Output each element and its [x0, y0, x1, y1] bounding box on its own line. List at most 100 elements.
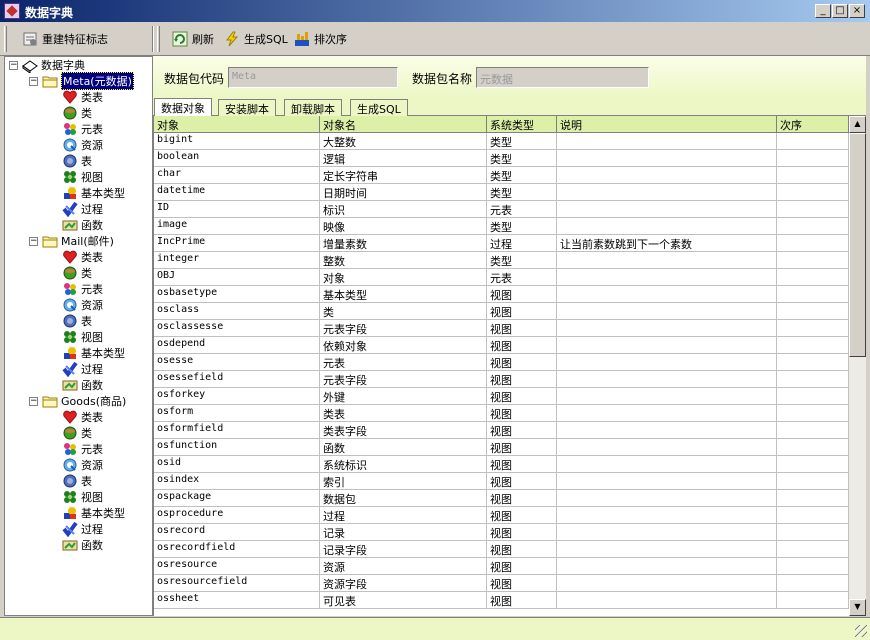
table-cell[interactable]: ID — [154, 201, 320, 218]
table-cell[interactable]: 整数 — [320, 252, 487, 269]
table-cell[interactable] — [557, 490, 777, 507]
table-cell[interactable] — [557, 371, 777, 388]
table-cell[interactable] — [557, 252, 777, 269]
table-cell[interactable] — [777, 507, 849, 524]
table-cell[interactable]: 让当前素数跳到下一个素数 — [557, 235, 777, 252]
table-cell[interactable]: 视图 — [487, 575, 557, 592]
scroll-down-icon[interactable]: ▼ — [849, 599, 866, 616]
table-cell[interactable]: 类型 — [487, 167, 557, 184]
table-cell[interactable]: ospackage — [154, 490, 320, 507]
tab-generate-sql[interactable]: 生成SQL — [350, 99, 408, 116]
table-cell[interactable]: 大整数 — [320, 133, 487, 150]
tree-item[interactable]: 过程 — [62, 521, 103, 538]
table-cell[interactable]: 视图 — [487, 507, 557, 524]
table-cell[interactable]: 类型 — [487, 184, 557, 201]
table-cell[interactable]: 视图 — [487, 422, 557, 439]
table-cell[interactable] — [557, 541, 777, 558]
table-row[interactable]: bigint 大整数 类型 — [154, 133, 849, 150]
table-cell[interactable] — [557, 286, 777, 303]
table-cell[interactable] — [777, 558, 849, 575]
tree-item[interactable]: 类表 — [62, 409, 103, 425]
table-cell[interactable] — [777, 388, 849, 405]
tab-install-script[interactable]: 安装脚本 — [218, 99, 276, 116]
table-row[interactable]: osrecord 记录 视图 — [154, 524, 849, 541]
table-cell[interactable]: datetime — [154, 184, 320, 201]
tree-item[interactable]: 类表 — [62, 89, 103, 105]
table-cell[interactable]: 类型 — [487, 252, 557, 269]
table-cell[interactable] — [777, 286, 849, 303]
column-header[interactable]: 系统类型 — [487, 116, 557, 133]
table-cell[interactable] — [777, 167, 849, 184]
maximize-button[interactable]: □ — [832, 4, 848, 18]
minimize-button[interactable]: _ — [815, 4, 831, 18]
table-cell[interactable] — [557, 575, 777, 592]
table-row[interactable]: osindex 索引 视图 — [154, 473, 849, 490]
table-cell[interactable]: osprocedure — [154, 507, 320, 524]
scroll-thumb[interactable] — [849, 133, 866, 357]
tree-item[interactable]: 基本类型 — [62, 505, 125, 521]
table-cell[interactable] — [777, 490, 849, 507]
table-cell[interactable]: 过程 — [487, 235, 557, 252]
table-cell[interactable]: 定长字符串 — [320, 167, 487, 184]
table-cell[interactable]: 元表 — [320, 354, 487, 371]
table-row[interactable]: OBJ 对象 元表 — [154, 269, 849, 286]
table-cell[interactable]: 数据包 — [320, 490, 487, 507]
table-cell[interactable]: 类 — [320, 303, 487, 320]
table-cell[interactable]: 日期时间 — [320, 184, 487, 201]
package-tree[interactable]: − 数据字典 − Meta(元数据) 类表类元表 资源表视图 基本类型 过程 函数 − Mail(邮… — [4, 56, 153, 616]
table-cell[interactable]: 资源 — [320, 558, 487, 575]
table-cell[interactable]: 系统标识 — [320, 456, 487, 473]
table-cell[interactable] — [777, 405, 849, 422]
table-cell[interactable]: 类型 — [487, 218, 557, 235]
table-row[interactable]: osresourcefield 资源字段 视图 — [154, 575, 849, 592]
table-cell[interactable] — [557, 167, 777, 184]
table-cell[interactable] — [557, 218, 777, 235]
table-cell[interactable] — [777, 439, 849, 456]
tree-item[interactable]: 资源 — [62, 457, 103, 473]
table-cell[interactable] — [557, 473, 777, 490]
table-cell[interactable] — [557, 592, 777, 609]
table-cell[interactable] — [777, 371, 849, 388]
table-cell[interactable] — [557, 133, 777, 150]
table-cell[interactable]: 映像 — [320, 218, 487, 235]
tree-item[interactable]: 类 — [62, 425, 92, 441]
table-cell[interactable]: OBJ — [154, 269, 320, 286]
table-cell[interactable]: 视图 — [487, 354, 557, 371]
table-cell[interactable]: 视图 — [487, 524, 557, 541]
table-cell[interactable] — [557, 354, 777, 371]
tree-item[interactable]: 表 — [62, 473, 92, 489]
table-cell[interactable]: 元表 — [487, 201, 557, 218]
table-cell[interactable] — [557, 269, 777, 286]
tree-item[interactable]: 过程 — [62, 361, 103, 378]
table-cell[interactable]: 视图 — [487, 592, 557, 609]
table-cell[interactable]: osclassesse — [154, 320, 320, 337]
table-cell[interactable] — [777, 320, 849, 337]
table-cell[interactable] — [777, 235, 849, 252]
table-cell[interactable] — [777, 337, 849, 354]
table-cell[interactable]: boolean — [154, 150, 320, 167]
table-cell[interactable]: osform — [154, 405, 320, 422]
table-cell[interactable] — [777, 303, 849, 320]
table-cell[interactable]: 记录字段 — [320, 541, 487, 558]
table-cell[interactable]: osid — [154, 456, 320, 473]
table-row[interactable]: osform 类表 视图 — [154, 405, 849, 422]
table-cell[interactable]: 视图 — [487, 320, 557, 337]
column-header[interactable]: 次序 — [777, 116, 849, 133]
tree-package-1[interactable]: Mail(邮件) — [42, 233, 114, 249]
tree-item[interactable]: 元表 — [62, 281, 103, 297]
table-row[interactable]: ossheet 可见表 视图 — [154, 592, 849, 609]
table-cell[interactable]: IncPrime — [154, 235, 320, 252]
table-cell[interactable]: 函数 — [320, 439, 487, 456]
column-header[interactable]: 对象名 — [320, 116, 487, 133]
tree-item[interactable]: 函数 — [62, 537, 103, 553]
table-cell[interactable]: osclass — [154, 303, 320, 320]
tree-item[interactable]: 表 — [62, 153, 92, 169]
table-row[interactable]: integer 整数 类型 — [154, 252, 849, 269]
column-header[interactable]: 对象 — [154, 116, 320, 133]
tab-data-objects[interactable]: 数据对象 — [154, 98, 212, 116]
package-code-field[interactable]: Meta — [228, 67, 398, 88]
table-cell[interactable] — [557, 150, 777, 167]
table-cell[interactable] — [777, 150, 849, 167]
table-cell[interactable]: 视图 — [487, 405, 557, 422]
table-cell[interactable] — [777, 252, 849, 269]
